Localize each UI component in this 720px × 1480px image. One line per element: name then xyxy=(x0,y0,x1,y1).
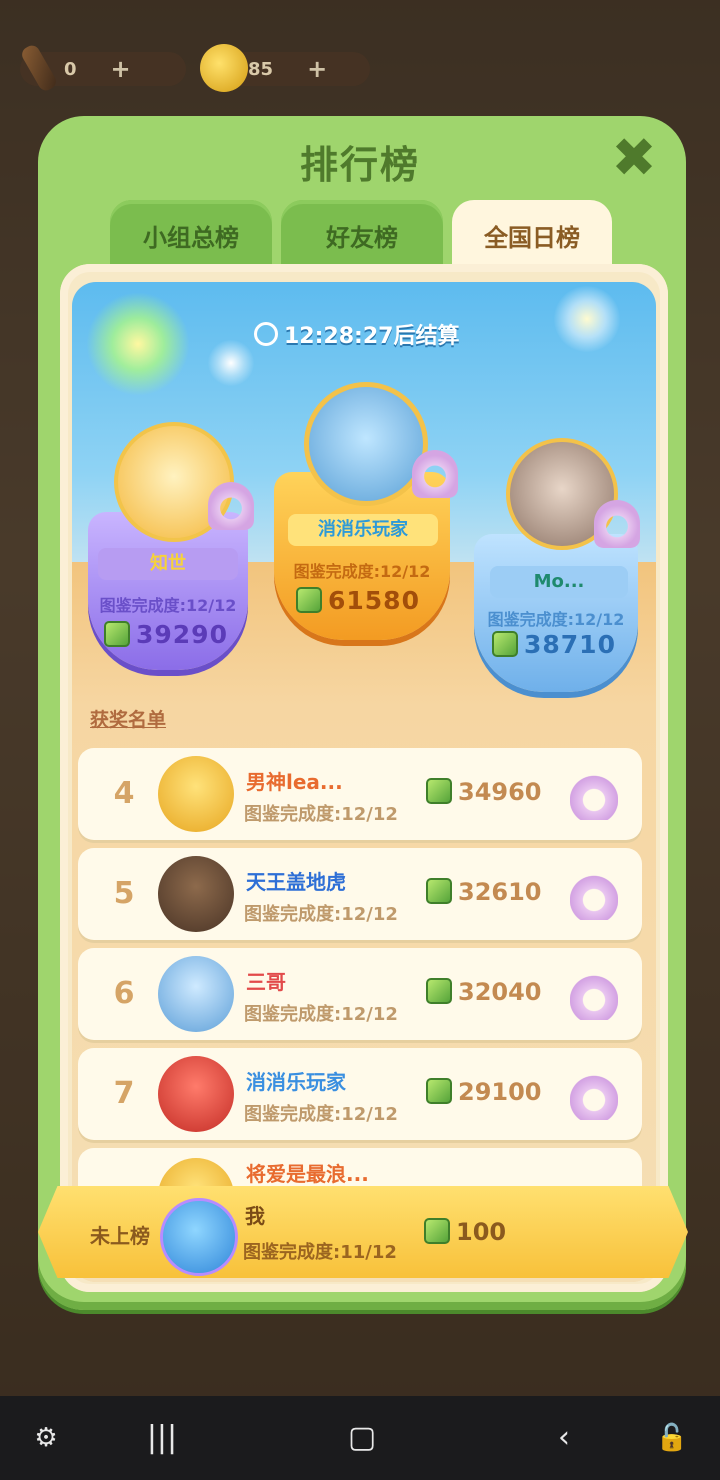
firework-decoration xyxy=(208,340,254,386)
tab-group-total[interactable]: 小组总榜 xyxy=(110,200,272,270)
podium-third-score: 38710 xyxy=(492,630,616,659)
podium-first-name: 消消乐玩家 xyxy=(288,514,438,546)
pillow-reward-icon xyxy=(570,770,618,820)
my-avatar xyxy=(160,1198,238,1276)
gem-icon xyxy=(426,778,452,804)
wand-counter[interactable]: 0 + xyxy=(19,42,186,94)
player-progress: 图鉴完成度:12/12 xyxy=(244,1004,398,1025)
firework-decoration xyxy=(554,286,620,352)
podium-third-progress: 图鉴完成度:12/12 xyxy=(487,610,625,629)
player-avatar xyxy=(158,1158,234,1188)
rank-number: 4 xyxy=(113,776,135,811)
wand-count: 0 xyxy=(64,58,77,80)
player-avatar xyxy=(158,956,234,1032)
pillow-reward-icon xyxy=(570,870,618,920)
gem-icon xyxy=(296,587,322,613)
player-score: 34960 xyxy=(426,778,542,806)
coin-count: 85 xyxy=(248,58,274,80)
rank-number: 7 xyxy=(113,1076,135,1111)
gem-icon xyxy=(426,878,452,904)
podium-first-progress: 图鉴完成度:12/12 xyxy=(293,562,431,581)
player-score: 32040 xyxy=(426,978,542,1006)
player-progress: 图鉴完成度:12/12 xyxy=(244,1104,398,1125)
touch-lock-icon[interactable]: 🔓 xyxy=(650,1416,694,1460)
gem-icon xyxy=(424,1218,450,1244)
my-name: 我 xyxy=(245,1204,265,1228)
rank-number: 6 xyxy=(113,976,135,1011)
podium-second-progress: 图鉴完成度:12/12 xyxy=(99,596,237,615)
coin-icon xyxy=(200,44,248,92)
player-progress: 图鉴完成度:12/12 xyxy=(244,904,398,925)
my-rank-label: 未上榜 xyxy=(90,1224,150,1248)
my-progress: 图鉴完成度:11/12 xyxy=(243,1242,397,1263)
clock-icon xyxy=(254,322,278,346)
ranking-row[interactable]: 4 男神lea... 图鉴完成度:12/12 34960 xyxy=(78,748,642,840)
pillow-reward-icon xyxy=(208,482,254,530)
player-name: 三哥 xyxy=(246,970,286,994)
player-avatar xyxy=(158,856,234,932)
ranking-row[interactable]: 5 天王盖地虎 图鉴完成度:12/12 32610 xyxy=(78,848,642,940)
resource-bar: 0 + 85 + xyxy=(19,42,370,94)
tab-friends[interactable]: 好友榜 xyxy=(281,200,443,270)
player-score: 32610 xyxy=(426,878,542,906)
close-button[interactable]: ✖ xyxy=(610,131,658,185)
game-tools-icon[interactable]: ⚙ xyxy=(24,1416,68,1460)
winners-list-title: 获奖名单 xyxy=(90,709,167,731)
player-name: 消消乐玩家 xyxy=(246,1070,346,1094)
back-button[interactable]: ‹ xyxy=(542,1416,586,1460)
my-score: 100 xyxy=(424,1218,506,1246)
player-name: 男神lea... xyxy=(246,770,343,794)
add-coin-button[interactable]: + xyxy=(307,55,327,83)
system-nav-bar: ⚙ ||| ▢ ‹ 🔓 xyxy=(0,1396,720,1480)
ranking-row-partial[interactable]: 将爱是最浪... xyxy=(78,1148,642,1188)
player-avatar xyxy=(158,756,234,832)
player-progress: 图鉴完成度:12/12 xyxy=(244,804,398,825)
add-wand-button[interactable]: + xyxy=(111,55,131,83)
ranking-row[interactable]: 7 消消乐玩家 图鉴完成度:12/12 29100 xyxy=(78,1048,642,1140)
gem-icon xyxy=(426,1078,452,1104)
recent-apps-button[interactable]: ||| xyxy=(140,1416,184,1460)
tab-national-daily[interactable]: 全国日榜 xyxy=(452,200,612,270)
podium-third-name: Mo... xyxy=(490,566,628,598)
podium-first-avatar[interactable] xyxy=(304,382,428,506)
gem-icon xyxy=(426,978,452,1004)
wand-icon xyxy=(19,42,59,94)
pillow-reward-icon xyxy=(570,1070,618,1120)
firework-decoration xyxy=(86,292,190,396)
player-avatar xyxy=(158,1056,234,1132)
player-score: 29100 xyxy=(426,1078,542,1106)
pillow-reward-icon xyxy=(570,970,618,1020)
player-name: 天王盖地虎 xyxy=(246,870,346,894)
gem-icon xyxy=(104,621,130,647)
coin-counter[interactable]: 85 + xyxy=(200,44,370,92)
podium-second-score: 39290 xyxy=(104,620,228,649)
pillow-reward-icon xyxy=(594,500,640,548)
settlement-timer: 12:28:27后结算 xyxy=(254,318,459,350)
player-name: 将爱是最浪... xyxy=(246,1162,369,1186)
rank-number: 5 xyxy=(113,876,135,911)
timer-text: 12:28:27后结算 xyxy=(284,324,460,349)
home-button[interactable]: ▢ xyxy=(340,1416,384,1460)
ranking-row[interactable]: 6 三哥 图鉴完成度:12/12 32040 xyxy=(78,948,642,1040)
gem-icon xyxy=(492,631,518,657)
podium-first-score: 61580 xyxy=(296,586,420,615)
podium-second-name: 知世 xyxy=(98,548,238,580)
pillow-reward-icon xyxy=(412,450,458,498)
